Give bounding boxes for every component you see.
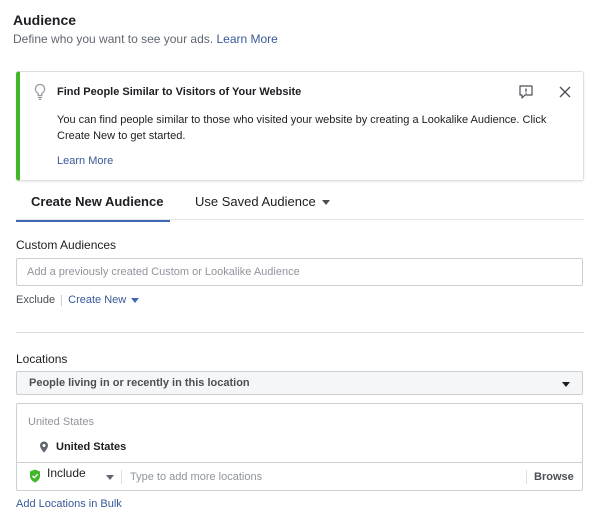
exclude-link[interactable]: Exclude bbox=[16, 294, 55, 306]
lookalike-tip-banner: Find People Similar to Visitors of Your … bbox=[16, 71, 584, 181]
chevron-down-icon bbox=[131, 297, 140, 303]
location-type-select[interactable]: People living in or recently in this loc… bbox=[16, 371, 583, 395]
lightbulb-icon bbox=[34, 83, 46, 100]
divider bbox=[526, 470, 527, 484]
learn-more-link[interactable]: Learn More bbox=[216, 32, 277, 46]
location-item[interactable]: United States bbox=[56, 441, 126, 453]
audience-tabs: Create New Audience Use Saved Audience bbox=[15, 182, 584, 222]
tab-use-saved-audience-label: Use Saved Audience bbox=[195, 194, 316, 209]
divider bbox=[121, 470, 122, 484]
create-new-button[interactable]: Create New bbox=[68, 294, 140, 306]
browse-button[interactable]: Browse bbox=[534, 471, 574, 483]
custom-audiences-label: Custom Audiences bbox=[16, 238, 117, 252]
selected-locations-box: United States United States bbox=[16, 403, 583, 463]
banner-title: Find People Similar to Visitors of Your … bbox=[57, 86, 302, 98]
close-icon[interactable] bbox=[558, 85, 572, 99]
include-shield-icon bbox=[30, 469, 40, 483]
location-search-input[interactable]: Type to add more locations bbox=[130, 471, 262, 483]
banner-learn-more-link[interactable]: Learn More bbox=[57, 155, 113, 167]
locations-label: Locations bbox=[16, 352, 68, 366]
include-select[interactable]: Include bbox=[47, 466, 86, 480]
create-new-label: Create New bbox=[68, 294, 127, 306]
description-text: Define who you want to see your ads. bbox=[13, 32, 214, 46]
exclude-create-row: Exclude Create New bbox=[16, 294, 140, 306]
add-locations-bulk-link[interactable]: Add Locations in Bulk bbox=[16, 498, 122, 510]
tab-use-saved-audience[interactable]: Use Saved Audience bbox=[195, 194, 330, 209]
location-type-value: People living in or recently in this loc… bbox=[29, 377, 250, 389]
banner-text: You can find people similar to those who… bbox=[57, 114, 547, 142]
dropdown-arrow-icon bbox=[562, 382, 570, 387]
location-group-label: United States bbox=[28, 416, 95, 428]
section-divider bbox=[16, 332, 584, 333]
page-description: Define who you want to see your ads. Lea… bbox=[13, 32, 278, 46]
tab-create-new-audience[interactable]: Create New Audience bbox=[15, 194, 171, 222]
chevron-down-icon bbox=[321, 200, 330, 206]
location-pin-icon bbox=[40, 441, 48, 453]
chevron-down-icon[interactable] bbox=[106, 475, 114, 480]
feedback-icon[interactable] bbox=[518, 84, 534, 100]
custom-audiences-input[interactable]: Add a previously created Custom or Looka… bbox=[16, 258, 583, 286]
location-input-row: Include Type to add more locations Brows… bbox=[16, 462, 583, 491]
divider bbox=[61, 294, 63, 306]
page-title: Audience bbox=[13, 12, 77, 28]
